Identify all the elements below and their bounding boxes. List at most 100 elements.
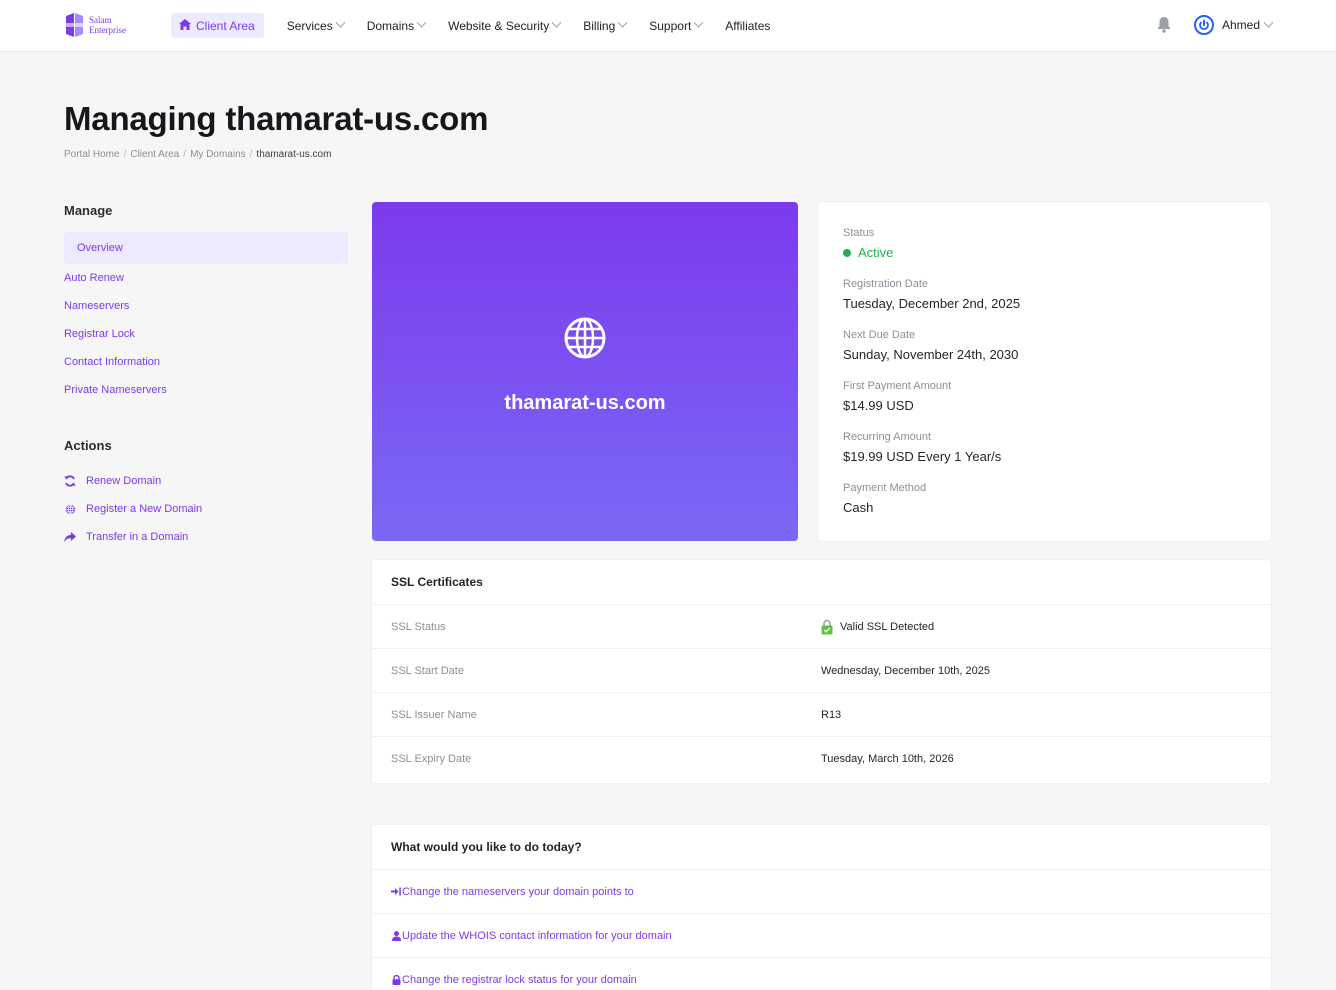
share-arrow-icon [64,531,76,543]
ssl-status-value: Valid SSL Detected [840,621,935,633]
nav-billing[interactable]: Billing [583,13,628,38]
chevron-down-icon [617,17,628,28]
renew-domain-link[interactable]: Renew Domain [64,467,348,495]
user-name: Ahmed [1222,18,1261,32]
logo-line1: Salam [89,15,112,25]
globe-icon [564,317,606,364]
next-due-date-value: Sunday, November 24th, 2030 [843,347,1019,362]
registrar-lock-label: Change the registrar lock status for you… [402,973,637,986]
hero-domain-name: thamarat-us.com [504,392,666,414]
ssl-expiry-date-value: Tuesday, March 10th, 2026 [821,753,954,765]
bell-icon[interactable] [1157,17,1171,38]
lock-icon [391,974,401,985]
breadcrumb-client-area[interactable]: Client Area [130,149,179,160]
registration-date-label: Registration Date [843,278,928,290]
table-row: SSL Expiry Date Tuesday, March 10th, 202… [372,737,1271,781]
registrar-lock-link[interactable]: Change the registrar lock status for you… [372,958,1271,990]
breadcrumb: Portal Home / Client Area / My Domains / th… [64,149,332,160]
nav-domains[interactable]: Domains [366,13,427,38]
quick-actions-heading: What would you like to do today? [372,825,1271,870]
ssl-start-date-label: SSL Start Date [391,665,464,677]
nav-billing-label: Billing [583,18,616,33]
refresh-icon [64,475,76,487]
sidebar-item-auto-renew[interactable]: Auto Renew [64,264,348,292]
breadcrumb-current: thamarat-us.com [256,149,332,160]
nav-client-area[interactable]: Client Area [171,13,264,38]
transfer-domain-link[interactable]: Transfer in a Domain [64,523,348,551]
payment-method-value: Cash [843,500,874,515]
chevron-down-icon [551,17,562,28]
nav-website-security-label: Website & Security [448,18,550,33]
nav-affiliates-label: Affiliates [725,18,771,33]
actions-heading: Actions [64,438,112,453]
sidebar-item-registrar-lock[interactable]: Registrar Lock [64,320,348,348]
top-navbar: Salam Enterprise Client Area Services Do… [0,0,1336,52]
breadcrumb-my-domains[interactable]: My Domains [190,149,246,160]
actions-menu: Renew Domain Register a New Domain Trans… [64,467,348,551]
transfer-domain-label: Transfer in a Domain [86,531,189,543]
change-nameservers-label: Change the nameservers your domain point… [402,885,634,898]
status-label: Status [843,227,875,239]
nav-client-area-label: Client Area [196,18,255,33]
nav-website-security[interactable]: Website & Security [448,13,562,38]
next-due-date-label: Next Due Date [843,329,916,341]
sidebar-item-overview[interactable]: Overview [64,232,348,264]
manage-menu: Overview Auto Renew Nameservers Registra… [64,232,348,404]
page-title: Managing thamarat-us.com [64,100,489,137]
avatar [1194,15,1214,35]
nav-support[interactable]: Support [649,13,704,38]
chevron-down-icon [693,17,704,28]
logo[interactable]: Salam Enterprise [64,13,126,37]
nav-services-label: Services [286,18,333,33]
update-whois-link[interactable]: Update the WHOIS contact information for… [372,914,1271,958]
ssl-lock-icon [821,619,833,634]
register-domain-link[interactable]: Register a New Domain [64,495,348,523]
status-badge: Active [843,245,893,260]
home-icon [179,18,191,33]
table-row: SSL Status Valid SSL Detected [372,605,1271,649]
table-row: SSL Start Date Wednesday, December 10th,… [372,649,1271,693]
chevron-down-icon [1263,17,1274,28]
domain-hero-card: thamarat-us.com [372,202,798,541]
nav-affiliates[interactable]: Affiliates [725,13,770,38]
table-row: SSL Issuer Name R13 [372,693,1271,737]
ssl-heading: SSL Certificates [372,560,1271,605]
ssl-status-label: SSL Status [391,621,446,633]
ssl-expiry-date-label: SSL Expiry Date [391,753,472,765]
ssl-certificates-card: SSL Certificates SSL Status Valid SSL De… [372,560,1271,783]
payment-method-label: Payment Method [843,482,927,494]
user-icon [391,930,401,941]
recurring-amount-label: Recurring Amount [843,431,932,443]
logo-line2: Enterprise [89,25,126,35]
status-dot-icon [843,248,851,257]
nav-support-label: Support [649,18,692,33]
globe-icon [64,503,76,515]
status-value: Active [858,245,894,260]
first-payment-value: $14.99 USD [843,398,914,413]
nav-services[interactable]: Services [286,13,346,38]
logo-icon [64,13,85,37]
quick-actions-card: What would you like to do today? Change … [372,825,1271,990]
chevron-down-icon [335,17,346,28]
register-domain-label: Register a New Domain [86,503,203,515]
sidebar-item-nameservers[interactable]: Nameservers [64,292,348,320]
ssl-issuer-label: SSL Issuer Name [391,709,477,721]
renew-domain-label: Renew Domain [86,475,162,487]
nav-domains-label: Domains [366,18,415,33]
domain-info-card: Status Active Registration Date Tuesday,… [818,202,1271,541]
ssl-issuer-value: R13 [821,709,842,721]
user-menu[interactable]: Ahmed [1194,15,1274,35]
update-whois-label: Update the WHOIS contact information for… [402,929,672,942]
sidebar-item-private-nameservers[interactable]: Private Nameservers [64,376,348,404]
sign-in-icon [391,887,401,897]
chevron-down-icon [416,17,427,28]
ssl-start-date-value: Wednesday, December 10th, 2025 [821,665,990,677]
registration-date-value: Tuesday, December 2nd, 2025 [843,296,1021,311]
breadcrumb-portal-home[interactable]: Portal Home [64,149,120,160]
main-nav: Client Area Services Domains Website & S… [171,13,793,38]
change-nameservers-link[interactable]: Change the nameservers your domain point… [372,870,1271,914]
manage-heading: Manage [64,203,113,218]
recurring-amount-value: $19.99 USD Every 1 Year/s [843,449,1002,464]
first-payment-label: First Payment Amount [843,380,952,392]
sidebar-item-contact-information[interactable]: Contact Information [64,348,348,376]
